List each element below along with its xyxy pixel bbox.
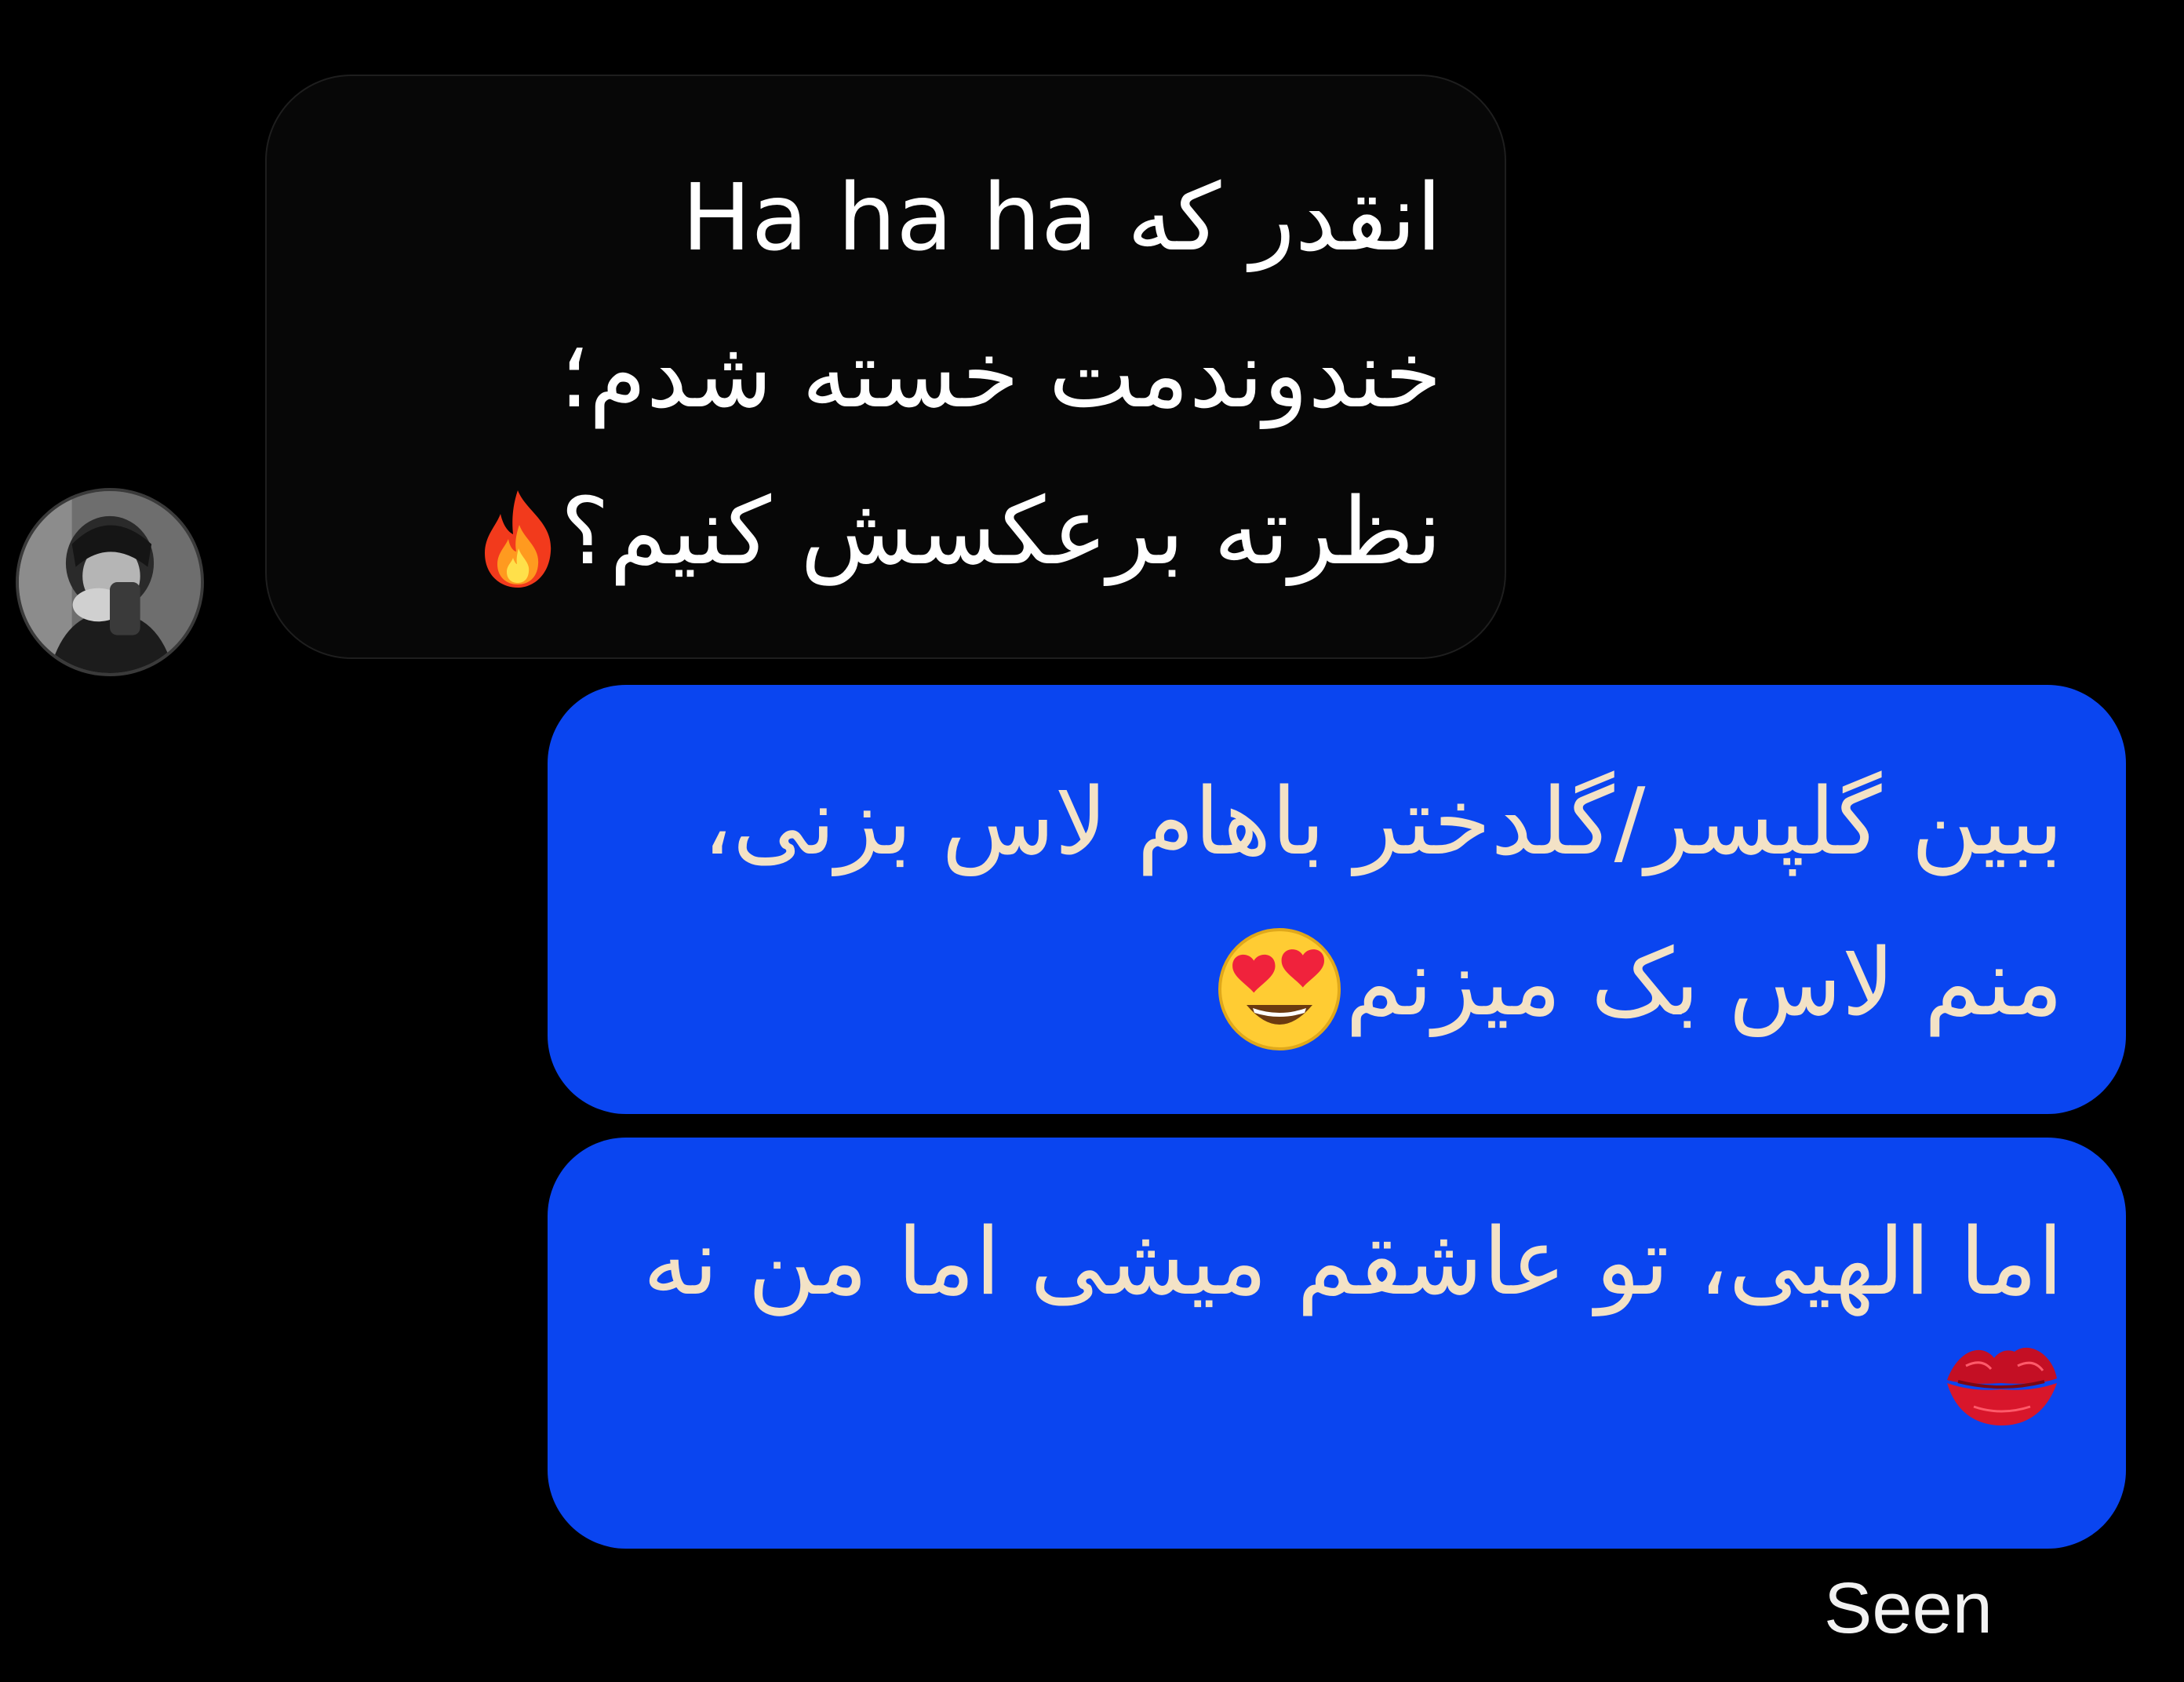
sent-message-2-emoji-row [610,1334,2063,1429]
sent-message-bubble-2[interactable]: اما الهیی، تو عاشقم میشی اما من نه [548,1138,2126,1549]
sent-message-bubble-1[interactable]: ببین گلپسر/گلدختر باهام لاس بزنی، منم لا… [548,685,2126,1114]
received-message-line-3-text: نظرته برعکسش کنیم؟ [560,477,1442,585]
received-message-line-2: خندوندمت خسته شدم؛ [559,320,1442,428]
fire-emoji-icon [479,487,557,589]
sent-message-1-line-2: منم لاس بک میزنم [610,902,2063,1063]
seen-status: Seen [1824,1568,1993,1648]
kiss-mark-emoji-icon [1942,1334,2060,1429]
heart-eyes-emoji-icon [1217,927,1342,1052]
avatar-photo-icon [19,491,201,673]
sent-message-1-line-2-text: منم لاس بک میزنم [1345,928,2063,1036]
received-message-line-1: انقدر که Ha ha ha [682,163,1442,271]
received-message-line-3: نظرته برعکسش کنیم؟ [329,453,1442,610]
received-message-bubble[interactable]: انقدر که Ha ha ha خندوندمت خسته شدم؛ نظر… [265,75,1506,659]
sent-message-1-line-1: ببین گلپسر/گلدختر باهام لاس بزنی، [702,767,2063,876]
sent-message-2-line-1: اما الهیی، تو عاشقم میشی اما من نه [642,1207,2063,1316]
sender-avatar[interactable] [16,488,204,676]
